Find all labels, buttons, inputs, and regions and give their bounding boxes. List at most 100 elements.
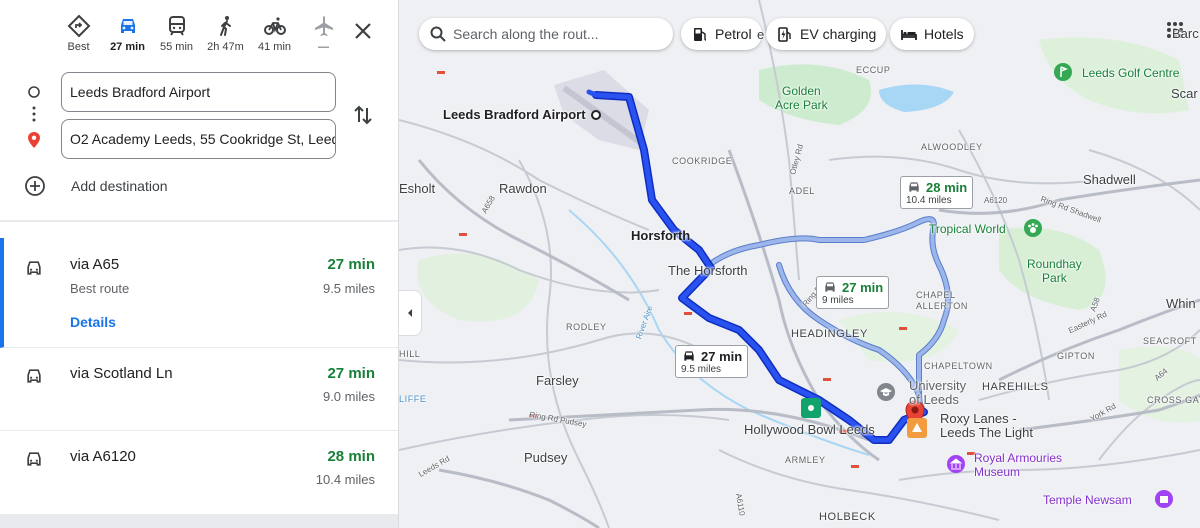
label-leeds-golf: Leeds Golf Centre bbox=[1082, 66, 1180, 80]
route-option-a65[interactable]: via A65 Best route 27 min 9.5 miles Deta… bbox=[0, 238, 398, 348]
route-callout-alt-1[interactable]: 27 min 9 miles bbox=[816, 276, 890, 309]
chip-hotels[interactable]: Hotels bbox=[890, 18, 974, 50]
route-callout-alt-2[interactable]: 28 min 10.4 miles bbox=[900, 176, 974, 209]
route-distance: 9.5 miles bbox=[322, 281, 375, 296]
car-icon bbox=[684, 351, 694, 361]
travel-mode-walking[interactable]: 2h 47m bbox=[201, 14, 250, 60]
walk-icon bbox=[219, 16, 231, 36]
car-icon bbox=[27, 452, 41, 466]
chip-ev-charging[interactable]: EV charging bbox=[766, 18, 887, 50]
museum-icon bbox=[947, 455, 965, 473]
callout-distance: 10.4 miles bbox=[906, 195, 952, 206]
travel-mode-cycling[interactable]: 41 min bbox=[250, 14, 299, 60]
label-golden-acre: Golden Acre Park bbox=[775, 84, 828, 112]
travel-mode-label: — bbox=[318, 41, 329, 53]
route-distance: 10.4 miles bbox=[315, 472, 375, 487]
label-the-horsforth: The Horsforth bbox=[668, 263, 748, 278]
origin-marker-icon bbox=[591, 110, 601, 120]
route-via: via A6120 bbox=[70, 448, 136, 465]
route-time: 27 min bbox=[327, 365, 375, 382]
park-west bbox=[417, 253, 539, 322]
label-gipton: GIPTON bbox=[1057, 351, 1095, 361]
search-placeholder: Search along the rout... bbox=[453, 26, 599, 42]
bike-icon bbox=[263, 17, 286, 35]
fuel-icon bbox=[694, 28, 707, 41]
route-via: via A65 bbox=[70, 256, 120, 273]
origin-input[interactable]: Leeds Bradford Airport bbox=[61, 72, 336, 112]
ev-charging-icon bbox=[778, 27, 791, 42]
label-temple-newsam: Temple Newsam bbox=[1043, 493, 1132, 507]
label-farsley: Farsley bbox=[536, 373, 579, 388]
label-seacroft: SEACROFT bbox=[1143, 336, 1197, 346]
close-icon[interactable] bbox=[350, 18, 376, 44]
label-whinmoor: Whin bbox=[1166, 296, 1196, 311]
label-horsforth: Horsforth bbox=[631, 228, 691, 243]
map-canvas[interactable]: Search along the rout... Petrol EV charg… bbox=[399, 0, 1200, 528]
add-destination-button[interactable]: Add destination bbox=[24, 175, 168, 197]
directions-panel: Best 27 min 55 min 2h 47m 41 min — Leeds… bbox=[0, 0, 399, 528]
swap-icon[interactable] bbox=[350, 102, 376, 128]
route-time: 28 min bbox=[327, 448, 375, 465]
travel-mode-transit[interactable]: 55 min bbox=[152, 14, 201, 60]
car-icon bbox=[909, 182, 919, 192]
search-along-route-input[interactable]: Search along the rout... bbox=[419, 18, 673, 50]
add-destination-label: Add destination bbox=[71, 178, 168, 194]
diamond-directions-icon bbox=[67, 14, 90, 38]
chip-label: EV charging bbox=[800, 26, 877, 42]
chip-label: Petrol bbox=[715, 26, 752, 42]
travel-mode-flights[interactable]: — bbox=[299, 14, 348, 60]
route-callout-selected[interactable]: 27 min 9.5 miles bbox=[675, 345, 749, 378]
travel-mode-bar: Best 27 min 55 min 2h 47m 41 min — bbox=[54, 14, 348, 60]
travel-mode-label: 27 min bbox=[110, 41, 145, 53]
route-details-link[interactable]: Details bbox=[70, 314, 116, 330]
label-adel: ADEL bbox=[789, 186, 815, 196]
route-time: 27 min bbox=[327, 256, 375, 273]
label-shadwell: Shadwell bbox=[1083, 172, 1136, 187]
callout-time: 27 min bbox=[842, 279, 884, 295]
chip-petrol[interactable]: Petrol bbox=[681, 18, 762, 50]
travel-mode-label: Best bbox=[67, 41, 90, 53]
label-headingley: HEADINGLEY bbox=[791, 328, 868, 340]
label-chapeltown: CHAPELTOWN bbox=[924, 361, 993, 371]
collapse-panel-button[interactable] bbox=[399, 290, 422, 336]
callout-time: 28 min bbox=[926, 179, 968, 195]
label-yeadon: e bbox=[757, 27, 765, 42]
car-icon bbox=[27, 369, 41, 383]
car-icon bbox=[27, 261, 41, 275]
bed-icon bbox=[901, 30, 917, 40]
plane-icon bbox=[314, 16, 333, 36]
travel-mode-driving[interactable]: 27 min bbox=[103, 14, 152, 60]
callout-time: 27 min bbox=[701, 348, 743, 364]
car-icon bbox=[825, 282, 835, 292]
reservoir-eccup bbox=[879, 84, 954, 112]
route-distance: 9.0 miles bbox=[322, 389, 375, 404]
destination-input[interactable]: O2 Academy Leeds, 55 Cookridge St, Leeds bbox=[61, 119, 336, 159]
label-hill: HILL bbox=[399, 349, 421, 359]
route-subtitle: Best route bbox=[70, 281, 130, 296]
panel-scroll-edge bbox=[0, 514, 398, 528]
label-airport: Leeds Bradford Airport bbox=[443, 107, 586, 122]
label-tropical-world: Tropical World bbox=[929, 222, 1006, 236]
entertainment-icon bbox=[907, 418, 927, 438]
add-circle-icon bbox=[25, 176, 45, 196]
label-roxy-lanes: Roxy Lanes - Leeds The Light bbox=[940, 411, 1033, 440]
school-icon bbox=[877, 383, 895, 401]
chevron-left-icon bbox=[408, 309, 412, 317]
bowling-icon bbox=[801, 398, 821, 418]
travel-mode-label: 55 min bbox=[159, 41, 194, 53]
label-scarcroft: Scar bbox=[1171, 86, 1198, 101]
route-option-scotland-ln[interactable]: via Scotland Ln 27 min 9.0 miles bbox=[0, 348, 398, 431]
label-esholt: Esholt bbox=[399, 181, 436, 196]
historic-icon bbox=[1155, 490, 1173, 508]
search-icon bbox=[430, 26, 446, 42]
label-rodley: RODLEY bbox=[566, 322, 607, 332]
label-hollywood-bowl: Hollywood Bowl Leeds bbox=[744, 422, 875, 437]
golf-icon bbox=[1054, 63, 1072, 81]
train-icon bbox=[168, 16, 185, 36]
label-liffe: LIFFE bbox=[399, 394, 427, 404]
selected-route bbox=[586, 89, 928, 444]
label-rawdon: Rawdon bbox=[499, 181, 547, 196]
label-cross-gates: CROSS GATES bbox=[1147, 395, 1200, 405]
travel-mode-best[interactable]: Best bbox=[54, 14, 103, 60]
route-option-a6120[interactable]: via A6120 28 min 10.4 miles bbox=[0, 431, 398, 514]
